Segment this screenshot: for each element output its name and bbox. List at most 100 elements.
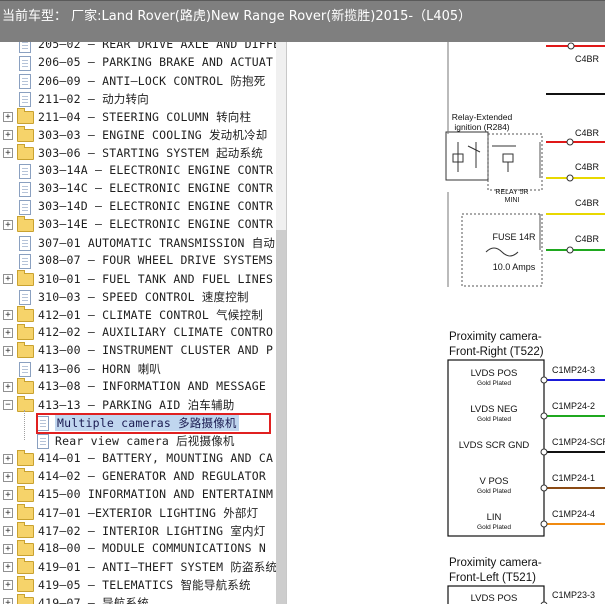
expand-icon[interactable]: + [3, 508, 13, 518]
connector-label-1: C4BR [575, 54, 600, 64]
folder-icon [17, 270, 34, 286]
collapse-icon[interactable]: − [3, 400, 13, 410]
pin-connector-label: C1MP24-SCR [552, 437, 605, 447]
tree-item-label: 310—03 — SPEED CONTROL 速度控制 [38, 290, 249, 304]
tree-item[interactable]: +419—01 — ANTI—THEFT SYSTEM 防盗系统 [0, 558, 277, 576]
tree-item[interactable]: 413—06 — HORN 喇叭 [0, 360, 275, 378]
expand-icon[interactable]: + [3, 526, 13, 536]
tree-item[interactable]: 303—14C — ELECTRONIC ENGINE CONTR [0, 180, 275, 198]
pin-name: LVDS POS [471, 593, 518, 604]
pin-name: LIN [487, 512, 502, 523]
folder-icon [17, 540, 34, 556]
expand-icon[interactable]: + [3, 472, 13, 482]
expand-icon[interactable]: + [3, 346, 13, 356]
tree-item[interactable]: +310—01 — FUEL TANK AND FUEL LINES 油 [0, 270, 286, 288]
expand-icon[interactable]: + [3, 274, 13, 284]
tree-scrollbar-thumb[interactable] [276, 230, 286, 604]
pin-terminal [540, 448, 548, 456]
tree-item-label: 206—09 — ANTI—LOCK CONTROL 防抱死 [38, 74, 266, 88]
tree-item[interactable]: +303—14E — ELECTRONIC ENGINE CONTR [0, 216, 275, 234]
folder-icon [17, 486, 34, 502]
tree-item[interactable]: 310—03 — SPEED CONTROL 速度控制 [0, 288, 275, 306]
tree-item[interactable]: +303—06 — STARTING SYSTEM 起动系统 [0, 144, 275, 162]
folder-icon [17, 468, 34, 484]
tree-item[interactable]: 211—02 — 动力转向 [0, 90, 275, 108]
camera-right-title-2: Front-Right (T522) [449, 346, 544, 358]
expand-icon[interactable]: + [3, 130, 13, 140]
tree-item[interactable]: +415—00 INFORMATION AND ENTERTAINM [0, 486, 275, 504]
tree-item[interactable]: 303—14D — ELECTRONIC ENGINE CONTR [0, 198, 275, 216]
expand-icon[interactable]: + [3, 148, 13, 158]
document-icon [19, 164, 31, 179]
expand-icon[interactable]: + [3, 490, 13, 500]
tree-item-label: 412—01 — CLIMATE CONTROL 气候控制 [38, 308, 263, 322]
document-icon [19, 182, 31, 197]
tree-item[interactable]: +414—02 — GENERATOR AND REGULATOR [0, 468, 275, 486]
tree-item-label: 414—01 — BATTERY, MOUNTING AND CA [38, 451, 274, 465]
document-icon [19, 74, 31, 89]
expand-icon[interactable]: + [3, 220, 13, 230]
tree-item-label: 205—02 — REAR DRIVE AXLE AND DIFFE [38, 42, 281, 51]
tree-item-label: 413—00 — INSTRUMENT CLUSTER AND P [38, 343, 274, 357]
tree-item[interactable]: +417—02 — INTERIOR LIGHTING 室内灯 [0, 522, 275, 540]
camera-left-title-1: Proximity camera- [449, 557, 542, 569]
camera-left-title-2: Front-Left (T521) [449, 572, 536, 584]
pin-terminal [540, 376, 548, 384]
pin-name: V POS [479, 476, 508, 487]
document-icon [19, 254, 31, 269]
tree-item-label: 307—01 AUTOMATIC TRANSMISSION 自动 [38, 236, 276, 250]
tree-item[interactable]: +303—03 — ENGINE COOLING 发动机冷却 [0, 126, 275, 144]
folder-icon [17, 306, 34, 322]
tree-item[interactable]: +412—01 — CLIMATE CONTROL 气候控制 [0, 306, 275, 324]
tree-item[interactable]: 308—07 — FOUR WHEEL DRIVE SYSTEMS [0, 252, 275, 270]
expand-icon[interactable]: + [3, 544, 13, 554]
document-icon [19, 92, 31, 107]
document-icon [19, 42, 31, 53]
expand-icon[interactable]: + [3, 310, 13, 320]
relay-title-1: Relay-Extended [452, 112, 513, 122]
tree-item[interactable]: +413—08 — INFORMATION AND MESSAGE [0, 378, 275, 396]
pin-plating: Gold Plated [477, 524, 511, 531]
tree-item[interactable]: +412—02 — AUXILIARY CLIMATE CONTRO [0, 324, 275, 342]
expand-icon[interactable]: + [3, 580, 13, 590]
tree-item[interactable]: +413—00 — INSTRUMENT CLUSTER AND P [0, 342, 275, 360]
expand-icon[interactable]: + [3, 112, 13, 122]
relay-box [445, 131, 489, 181]
tree-item[interactable]: − 413—13 — PARKING AID 泊车辅助 [0, 396, 275, 414]
tree-item[interactable]: +414—01 — BATTERY, MOUNTING AND CA [0, 450, 275, 468]
tree-item[interactable]: +419—05 — TELEMATICS 智能导航系统 [0, 576, 275, 594]
folder-icon [17, 558, 34, 574]
expand-icon[interactable]: + [3, 382, 13, 392]
document-icon [19, 236, 31, 251]
connector-label-5: C4BR [575, 234, 600, 244]
document-icon [37, 434, 49, 449]
tree-item[interactable]: 307—01 AUTOMATIC TRANSMISSION 自动 [0, 234, 275, 252]
pin-plating: Gold Plated [477, 380, 511, 387]
document-tree[interactable]: 205—02 — REAR DRIVE AXLE AND DIFFE 206—05… [0, 42, 287, 604]
tree-item-label: 303—14A — ELECTRONIC ENGINE CONTR [38, 163, 274, 177]
expand-icon[interactable]: + [3, 454, 13, 464]
relay-title-2: ignition (R284) [454, 122, 509, 132]
tree-item-label: 413—13 — PARKING AID 泊车辅助 [38, 398, 235, 412]
connector-label-3: C4BR [575, 162, 600, 172]
expand-icon[interactable]: + [3, 598, 13, 604]
expand-icon[interactable]: + [3, 562, 13, 572]
tree-item-label: 415—00 INFORMATION AND ENTERTAINM [38, 487, 274, 501]
expand-icon[interactable]: + [3, 328, 13, 338]
tree-item-label: 211—04 — STEERING COLUMN 转向柱 [38, 110, 252, 124]
folder-open-icon [17, 396, 34, 412]
document-icon [19, 56, 31, 71]
tree-item[interactable]: +419—07 — 导航系统 [0, 594, 275, 604]
tree-item[interactable]: +417—01 —EXTERIOR LIGHTING 外部灯 [0, 504, 275, 522]
tree-item[interactable]: Rear view camera 后视摄像机 [0, 432, 275, 450]
tree-item-label: 303—14D — ELECTRONIC ENGINE CONTR [38, 199, 274, 213]
tree-item[interactable]: 205—02 — REAR DRIVE AXLE AND DIFFE [0, 42, 280, 54]
tree-item[interactable]: +418—00 — MODULE COMMUNICATIONS N [0, 540, 275, 558]
tree-item[interactable]: +211—04 — STEERING COLUMN 转向柱 [0, 108, 275, 126]
tree-item[interactable]: 206—09 — ANTI—LOCK CONTROL 防抱死 [0, 72, 275, 90]
tree-item[interactable]: 303—14A — ELECTRONIC ENGINE CONTR [0, 162, 275, 180]
connector-label-2: C4BR [575, 128, 600, 138]
document-icon [19, 290, 31, 305]
tree-item-label: 414—02 — GENERATOR AND REGULATOR [38, 469, 266, 483]
tree-item[interactable]: 206—05 — PARKING BRAKE AND ACTUAT [0, 54, 275, 72]
